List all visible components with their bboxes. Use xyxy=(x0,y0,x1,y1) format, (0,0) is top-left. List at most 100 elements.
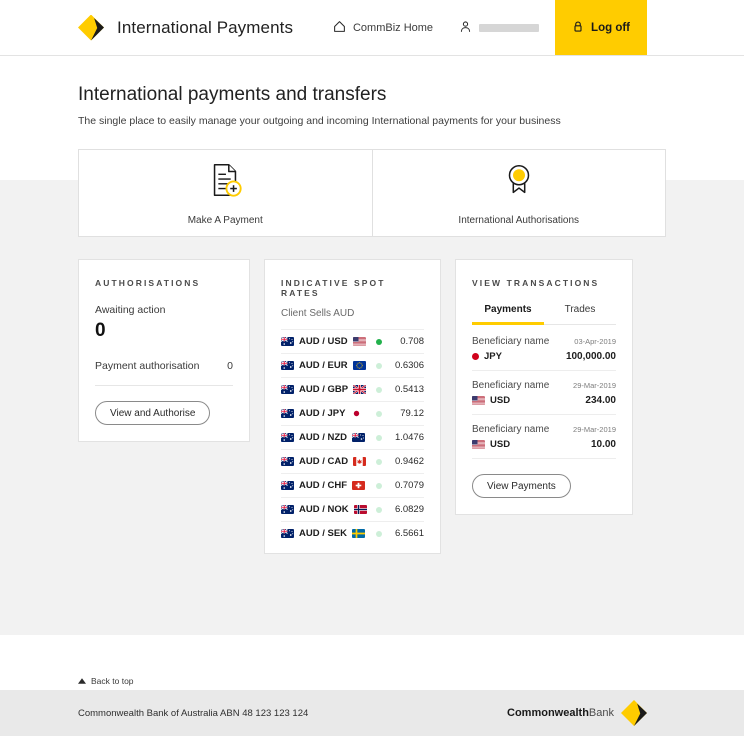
spot-rate-pair-label: AUD / USD xyxy=(299,336,348,347)
au-flag-icon xyxy=(281,505,294,514)
tab-trades[interactable]: Trades xyxy=(544,304,616,325)
user-icon xyxy=(459,20,472,36)
awaiting-action-label: Awaiting action xyxy=(95,304,166,316)
transaction-date: 03-Apr-2019 xyxy=(574,337,616,346)
header-right-nav: CommBiz Home Log off xyxy=(320,0,744,55)
rate-status-dot xyxy=(376,482,382,489)
page-footer: Commonwealth Bank of Australia ABN 48 12… xyxy=(0,690,744,736)
transaction-currency: USD xyxy=(472,439,510,450)
spot-rate-value: 1.0476 xyxy=(376,432,424,443)
transactions-list: Beneficiary name 03-Apr-2019 JPY 100,000… xyxy=(472,327,616,459)
spot-rate-row[interactable]: AUD / NOK 6.0829 xyxy=(281,497,424,521)
username-redacted xyxy=(479,23,540,32)
user-menu[interactable] xyxy=(446,0,555,55)
spot-rate-pair: AUD / CAD xyxy=(281,456,367,467)
back-to-top-link[interactable]: Back to top xyxy=(78,676,134,686)
transaction-date: 29-Mar-2019 xyxy=(573,381,616,390)
view-and-authorise-button[interactable]: View and Authorise xyxy=(95,401,211,425)
rate-status-dot xyxy=(376,530,382,537)
logoff-label: Log off xyxy=(591,21,630,34)
jpy-red-dot-icon xyxy=(472,353,479,360)
spot-rate-number: 0.5413 xyxy=(394,384,424,395)
spot-rates-panel: INDICATIVE SPOT RATES Client Sells AUD A… xyxy=(264,259,441,554)
spot-rate-value: 0.6306 xyxy=(376,360,424,371)
spot-rate-pair-label: AUD / GBP xyxy=(299,384,349,395)
spot-rate-number: 0.708 xyxy=(400,336,424,347)
ch-flag-icon xyxy=(352,481,366,490)
us-flag-icon xyxy=(472,440,485,449)
gb-flag-icon xyxy=(353,385,367,394)
transactions-title: VIEW TRANSACTIONS xyxy=(472,278,600,288)
payment-authorisation-count: 0 xyxy=(227,360,233,372)
spot-rate-pair: AUD / USD xyxy=(281,336,366,347)
transaction-currency: USD xyxy=(472,395,510,406)
authorisations-panel: AUTHORISATIONS Awaiting action 0 Payment… xyxy=(78,259,250,442)
footer-legal-text: Commonwealth Bank of Australia ABN 48 12… xyxy=(78,707,309,719)
spot-rate-row[interactable]: AUD / SEK 6.5661 xyxy=(281,521,424,545)
authorisations-title: AUTHORISATIONS xyxy=(95,278,201,288)
jp-flag-icon xyxy=(350,409,364,418)
spot-rate-row[interactable]: AUD / CHF 0.7079 xyxy=(281,473,424,497)
spot-rate-value: 79.12 xyxy=(376,408,424,419)
home-icon xyxy=(333,20,346,36)
spot-rate-pair-label: AUD / CAD xyxy=(299,456,349,467)
au-flag-icon xyxy=(281,433,294,442)
spot-rate-row[interactable]: AUD / EUR 0.6306 xyxy=(281,353,424,377)
tab-payments[interactable]: Payments xyxy=(472,304,544,325)
spot-rate-pair: AUD / GBP xyxy=(281,384,367,395)
payment-authorisation-row: Payment authorisation 0 xyxy=(95,360,233,386)
rate-status-dot xyxy=(376,338,382,345)
action-cards: Make A Payment International Authorisati… xyxy=(78,149,666,237)
back-to-top-label: Back to top xyxy=(91,676,134,686)
nz-flag-icon xyxy=(352,433,366,442)
transaction-amount: 234.00 xyxy=(585,395,616,406)
rate-status-dot xyxy=(376,410,382,417)
spot-rate-number: 0.9462 xyxy=(394,456,424,467)
make-a-payment-card[interactable]: Make A Payment xyxy=(78,149,373,237)
document-plus-icon xyxy=(206,161,244,204)
transaction-header: Beneficiary name 29-Mar-2019 xyxy=(472,380,616,391)
footer-logo-bold: Commonwealth xyxy=(507,707,589,719)
au-flag-icon xyxy=(281,337,294,346)
footer-logo: CommonwealthBank xyxy=(507,700,744,726)
cba-diamond-logo-footer xyxy=(621,700,647,726)
rate-status-dot xyxy=(376,434,382,441)
se-flag-icon xyxy=(352,529,366,538)
spot-rate-row[interactable]: AUD / JPY 79.12 xyxy=(281,401,424,425)
app-title: International Payments xyxy=(117,17,294,37)
commbiz-home-link[interactable]: CommBiz Home xyxy=(320,0,446,55)
spot-rate-row[interactable]: AUD / NZD 1.0476 xyxy=(281,425,424,449)
panel-row: AUTHORISATIONS Awaiting action 0 Payment… xyxy=(78,259,666,554)
view-payments-button[interactable]: View Payments xyxy=(472,474,571,498)
spot-rate-value: 0.9462 xyxy=(376,456,424,467)
transaction-amount: 100,000.00 xyxy=(565,351,616,362)
transaction-currency-label: USD xyxy=(490,395,511,406)
transaction-row[interactable]: Beneficiary name 29-Mar-2019 USD 10.00 xyxy=(472,415,616,459)
spot-rate-pair-label: AUD / NOK xyxy=(299,504,349,515)
transaction-row[interactable]: Beneficiary name 03-Apr-2019 JPY 100,000… xyxy=(472,327,616,371)
international-authorisations-card[interactable]: International Authorisations xyxy=(372,149,666,237)
beneficiary-name: Beneficiary name xyxy=(472,336,550,347)
spot-rate-pair-label: AUD / JPY xyxy=(299,408,346,419)
transaction-row[interactable]: Beneficiary name 29-Mar-2019 USD 234.00 xyxy=(472,371,616,415)
spot-rate-value: 0.5413 xyxy=(376,384,424,395)
transaction-header: Beneficiary name 29-Mar-2019 xyxy=(472,424,616,435)
au-flag-icon xyxy=(281,529,294,538)
spot-rate-pair: AUD / NZD xyxy=(281,432,366,443)
spot-rate-pair: AUD / NOK xyxy=(281,504,367,515)
international-authorisations-label: International Authorisations xyxy=(458,214,580,226)
logoff-button[interactable]: Log off xyxy=(555,0,647,55)
spot-rate-row[interactable]: AUD / USD 0.708 xyxy=(281,329,424,353)
spot-rate-row[interactable]: AUD / GBP 0.5413 xyxy=(281,377,424,401)
spot-rate-row[interactable]: AUD / CAD 0.9462 xyxy=(281,449,424,473)
eu-flag-icon xyxy=(352,361,366,370)
spot-rate-pair: AUD / EUR xyxy=(281,360,366,371)
no-flag-icon xyxy=(353,505,367,514)
au-flag-icon xyxy=(281,457,294,466)
spot-rate-number: 79.12 xyxy=(400,408,424,419)
transactions-tabs: Payments Trades xyxy=(472,304,616,325)
spot-rate-number: 6.0829 xyxy=(394,504,424,515)
au-flag-icon xyxy=(281,385,294,394)
transaction-currency-label: JPY xyxy=(484,351,502,362)
app-header: International Payments CommBiz Home Log … xyxy=(0,0,744,56)
